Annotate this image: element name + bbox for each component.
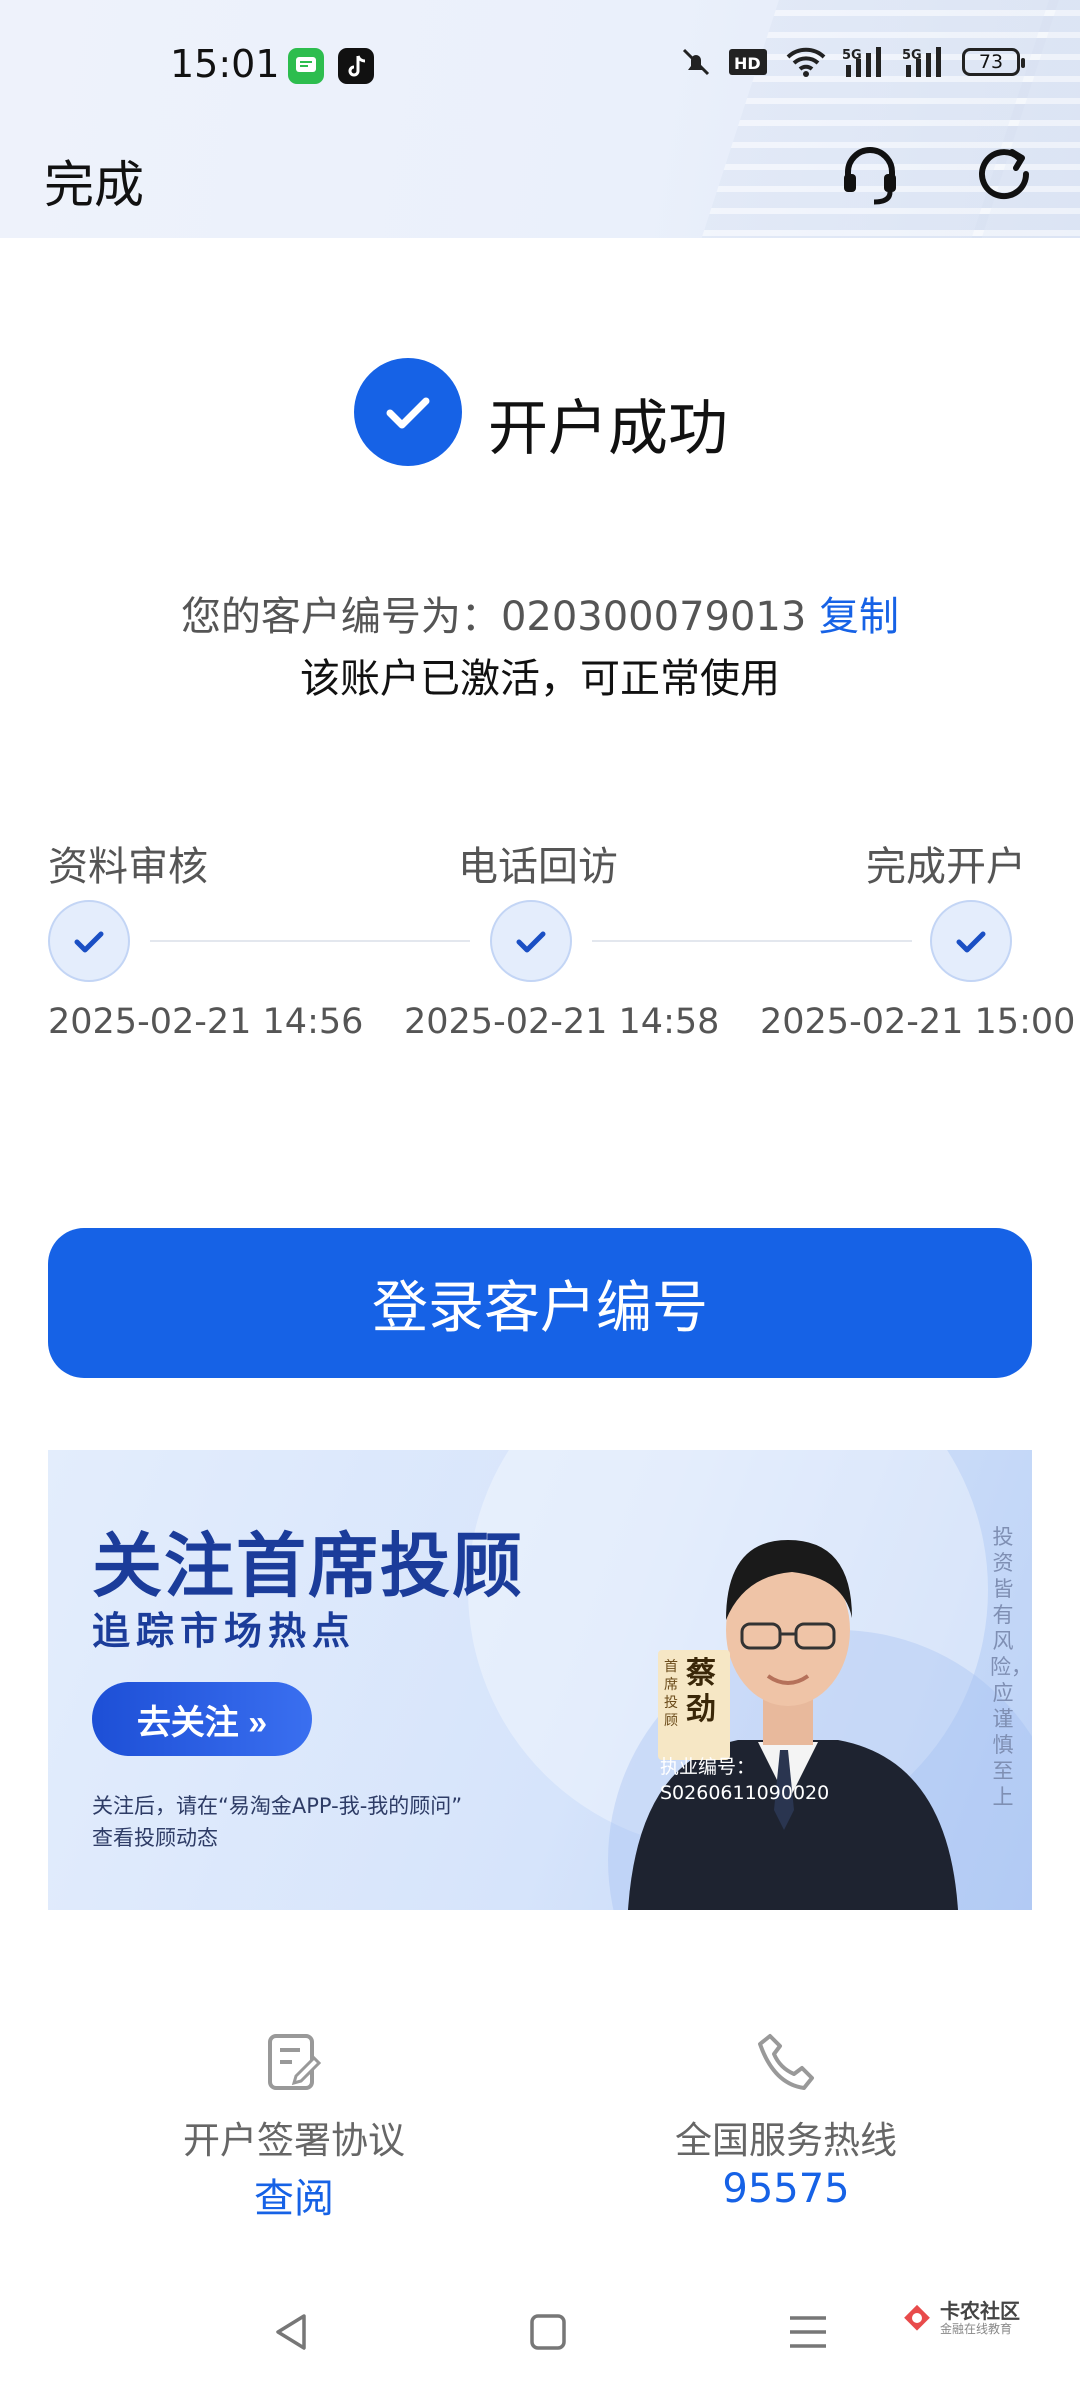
- step-time-callback: 2025-02-21 14:58: [404, 1002, 720, 1042]
- mute-icon: [682, 48, 710, 76]
- view-agreement-link[interactable]: 查阅: [94, 2166, 494, 2224]
- status-time: 15:01: [170, 42, 280, 86]
- tiktok-app-icon: [338, 48, 374, 84]
- login-customer-number-button[interactable]: 登录客户编号: [48, 1228, 1032, 1378]
- copy-link[interactable]: 复制: [819, 594, 899, 640]
- follow-button[interactable]: 去关注 »: [92, 1682, 312, 1756]
- step-label-review: 资料审核: [48, 844, 208, 890]
- step-check-icon: [930, 900, 1012, 982]
- risk-disclaimer: 投资皆有风险，应谨慎至上: [990, 1525, 1032, 1809]
- advisor-name-tag: 首席投顾 蔡劲: [658, 1650, 730, 1760]
- license-label: 执业编号：: [660, 1756, 756, 1778]
- customer-number-line: 您的客户编号为：020300079013 复制: [0, 584, 1080, 642]
- watermark-logo-icon: [904, 2304, 930, 2331]
- customer-service-headset-icon[interactable]: [836, 140, 904, 208]
- advisor-banner[interactable]: 关注首席投顾 追踪市场热点 去关注 » 关注后，请在“易淘金APP-我-我的顾问…: [48, 1450, 1032, 1910]
- signal-5g-icon-2: 5G: [902, 47, 941, 77]
- battery-level: 73: [978, 51, 1004, 73]
- banner-note: 关注后，请在“易淘金APP-我-我的顾问” 查看投顾动态: [92, 1790, 462, 1854]
- step-time-complete: 2025-02-21 15:00: [760, 1002, 1076, 1042]
- account-status-text: 该账户已激活，可正常使用: [300, 656, 780, 702]
- banner-title: 关注首席投顾: [92, 1525, 524, 1607]
- nav-menu-icon[interactable]: [784, 2308, 832, 2356]
- success-title: 开户成功: [488, 394, 728, 464]
- hotline-label: 全国服务热线: [675, 2119, 897, 2162]
- phone-icon: [754, 2030, 818, 2094]
- nav-home-icon[interactable]: [524, 2308, 572, 2356]
- header-background: [0, 0, 1080, 238]
- signal-5g-icon: 5G: [842, 47, 881, 77]
- hotline-number-link[interactable]: 95575: [586, 2166, 986, 2212]
- step-connector: [150, 940, 470, 942]
- success-check-icon: [354, 358, 462, 466]
- step-connector: [592, 940, 912, 942]
- advisor-license: 执业编号： S0260611090020: [660, 1754, 829, 1806]
- watermark: 卡农社区 金融在线教育: [900, 2300, 1020, 2336]
- banner-subtitle: 追踪市场热点: [92, 1609, 357, 1653]
- step-check-icon: [490, 900, 572, 982]
- refresh-icon[interactable]: [970, 140, 1038, 208]
- status-icons: HD 5G 5G 73: [678, 44, 1025, 80]
- messages-app-icon: [288, 48, 324, 84]
- nav-back-icon[interactable]: [268, 2308, 316, 2356]
- banner-note-line: 关注后，请在“易淘金APP-我-我的顾问”: [92, 1794, 463, 1818]
- hd-icon: HD: [729, 49, 767, 75]
- step-time-review: 2025-02-21 14:56: [48, 1002, 364, 1042]
- banner-note-line: 查看投顾动态: [92, 1826, 218, 1850]
- step-check-icon: [48, 900, 130, 982]
- customer-number: 020300079013: [500, 594, 807, 640]
- agreement-label: 开户签署协议: [183, 2119, 405, 2162]
- wifi-icon: [786, 47, 826, 77]
- step-label-complete: 完成开户: [866, 844, 1026, 890]
- watermark-tagline: 金融在线教育: [940, 2322, 1013, 2336]
- license-number: S0260611090020: [660, 1782, 830, 1804]
- done-button[interactable]: 完成: [44, 145, 144, 217]
- step-label-callback: 电话回访: [458, 844, 618, 890]
- battery-indicator: 73: [962, 48, 1025, 76]
- customer-number-prefix: 您的客户编号为：: [180, 594, 501, 640]
- advisor-name: 蔡劲: [686, 1656, 716, 1727]
- watermark-name: 卡农社区: [940, 2299, 1020, 2323]
- svg-text:HD: HD: [734, 54, 761, 73]
- agreement-document-icon: [262, 2030, 326, 2094]
- advisor-role: 首席投顾: [664, 1659, 678, 1729]
